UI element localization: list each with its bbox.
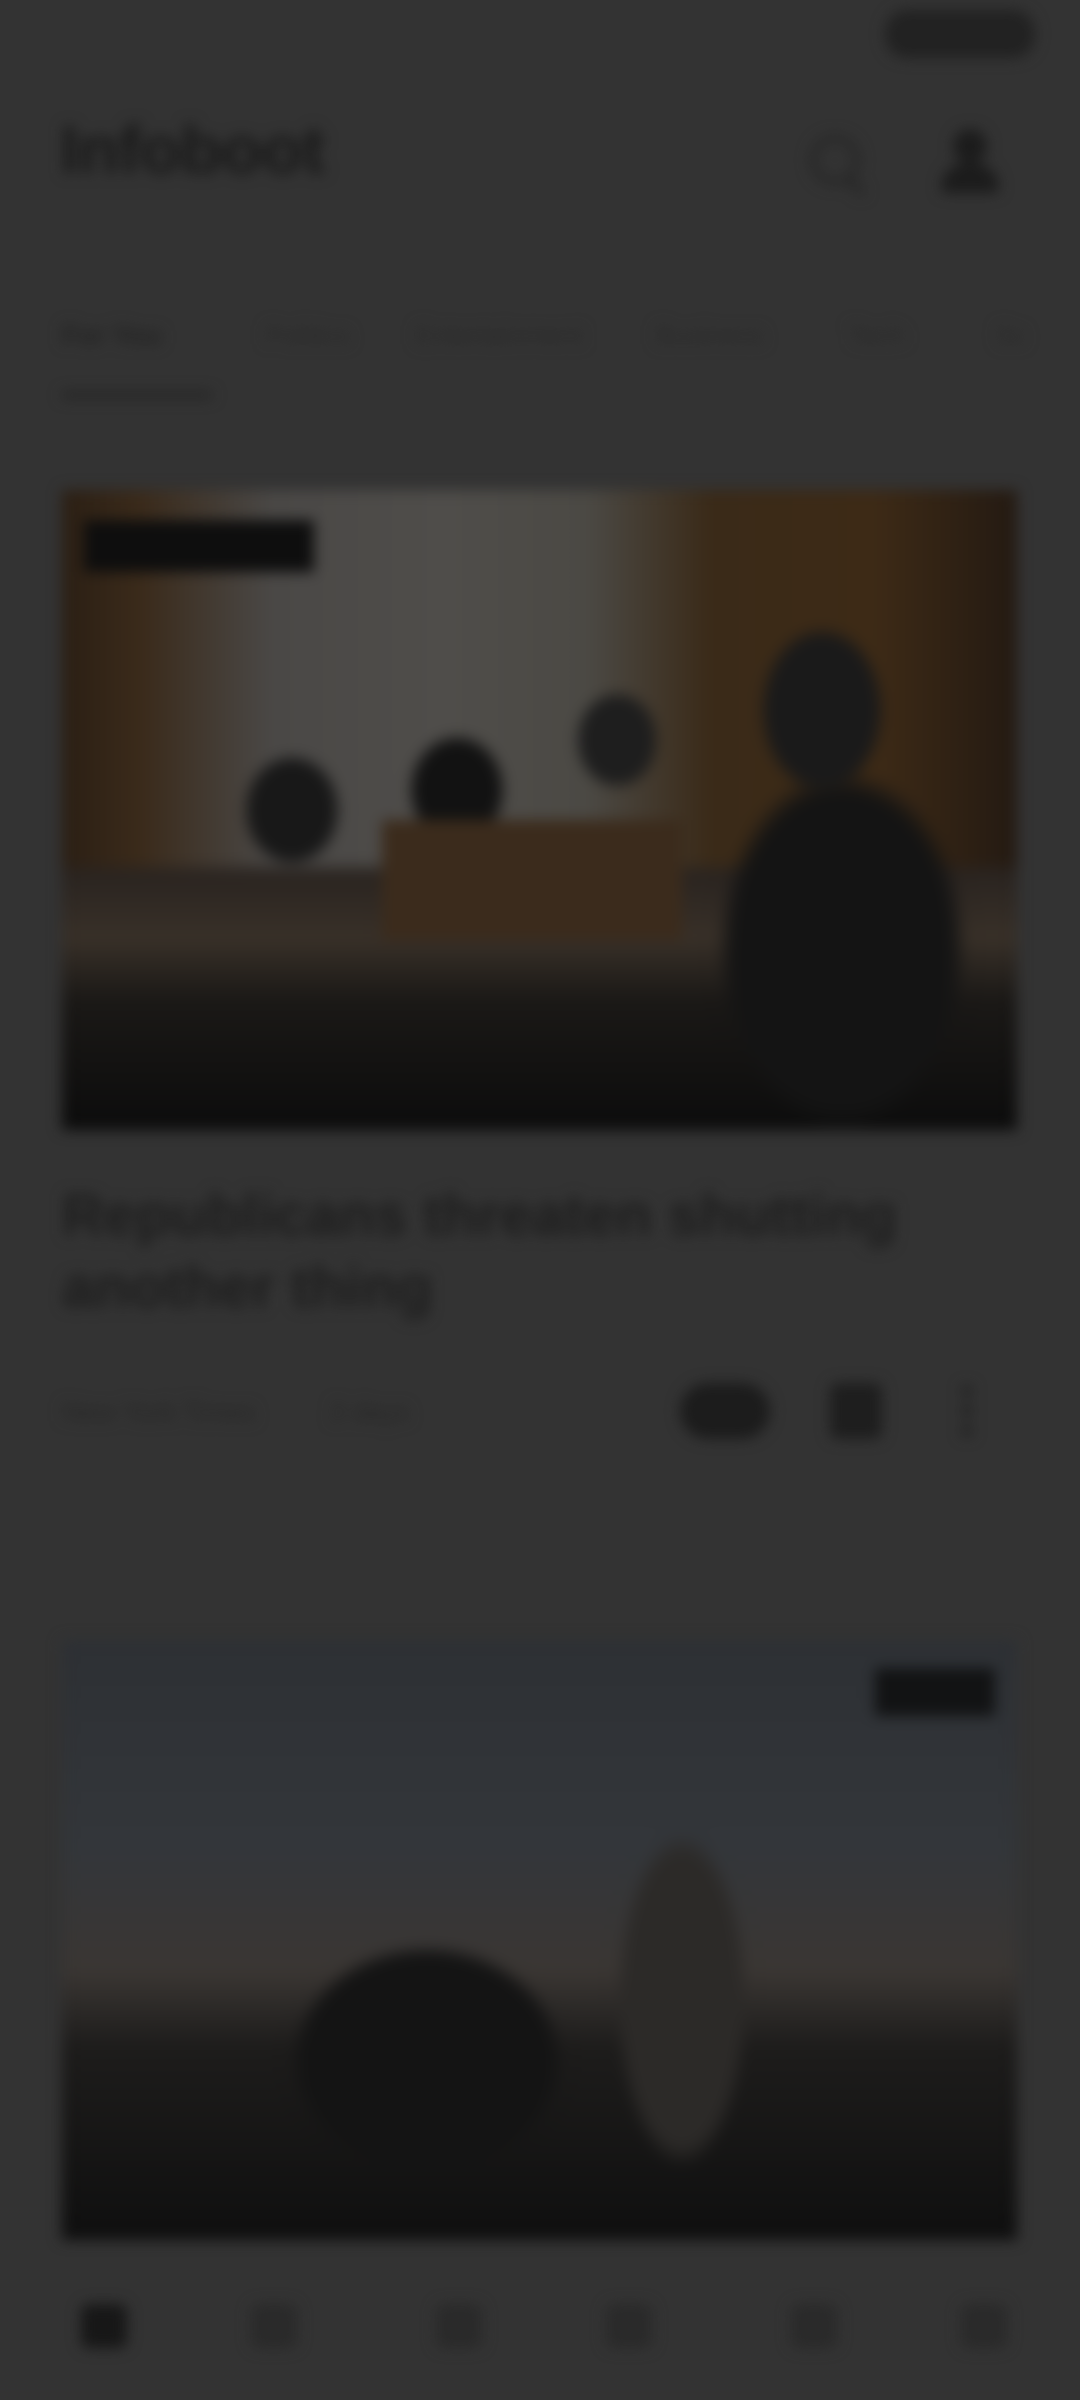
home-icon-shape: [81, 2304, 127, 2348]
category-tabs: For You Politics Entertainment Business …: [0, 318, 1080, 418]
video-icon-shape: [436, 2304, 482, 2348]
menu-icon-shape: [961, 2304, 1007, 2348]
more-options-icon[interactable]: [960, 1383, 974, 1439]
app-logo: Infoboot: [60, 112, 325, 188]
bookmark-icon[interactable]: [830, 1383, 882, 1439]
article-headline[interactable]: Republicans threaten shutting another th…: [62, 1180, 992, 1324]
live-icon-shape: [606, 2304, 652, 2348]
account-icon-body: [941, 163, 999, 193]
screen: Infoboot For You Politics Entertainment …: [0, 0, 1080, 2400]
active-tab-indicator: [62, 392, 212, 398]
home-icon[interactable]: [65, 2290, 145, 2370]
tab-science[interactable]: Sc: [995, 318, 1027, 352]
share-button[interactable]: [680, 1383, 770, 1439]
status-indicator: [885, 10, 1035, 58]
tab-for-you[interactable]: For You: [62, 318, 162, 352]
article-image-2[interactable]: [62, 1640, 1017, 2240]
article-time: 2 days: [330, 1397, 410, 1427]
account-icon-head: [953, 129, 987, 163]
tab-business[interactable]: Business: [655, 318, 765, 352]
image-badge-2: [875, 1668, 995, 1716]
article-image[interactable]: [62, 490, 1017, 1130]
bookmarks-icon-shape: [791, 2304, 837, 2348]
bottom-navigation: [0, 2270, 1080, 2400]
search-icon[interactable]: [800, 125, 870, 197]
menu-icon[interactable]: [945, 2290, 1025, 2370]
search-icon-handle: [845, 176, 867, 197]
explore-icon-shape: [251, 2304, 297, 2348]
image-badge: [84, 520, 314, 572]
explore-icon[interactable]: [235, 2290, 315, 2370]
bookmarks-icon[interactable]: [775, 2290, 855, 2370]
account-icon[interactable]: [935, 125, 1005, 195]
tab-entertainment[interactable]: Entertainment: [415, 318, 583, 352]
live-icon[interactable]: [590, 2290, 670, 2370]
tab-tech[interactable]: Tech: [848, 318, 905, 352]
tab-politics[interactable]: Politics: [265, 318, 351, 352]
video-icon[interactable]: [420, 2290, 500, 2370]
image-table: [382, 820, 682, 940]
article-source: New York Times: [62, 1397, 256, 1427]
